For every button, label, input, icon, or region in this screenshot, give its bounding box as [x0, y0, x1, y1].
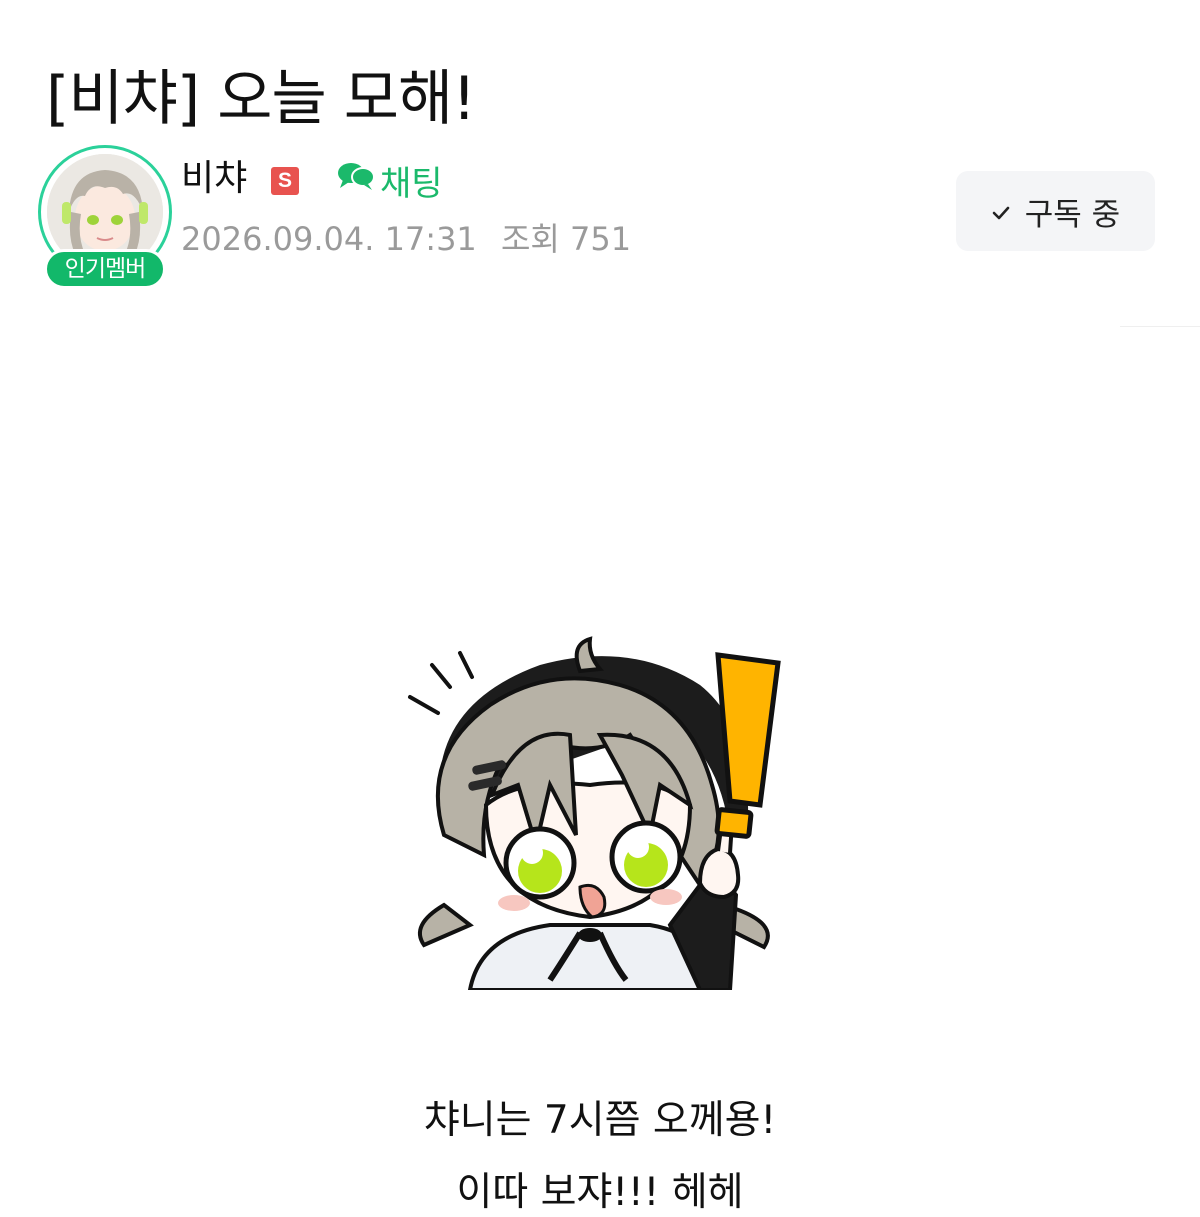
views-count: 751	[570, 220, 632, 258]
author-avatar[interactable]: 인기멤버	[38, 145, 172, 289]
chat-bubbles-icon	[336, 160, 380, 201]
post-body-line-2: 이따 보쟈!!! 헤헤	[456, 1170, 744, 1215]
chat-link[interactable]: 채팅	[336, 158, 443, 204]
post-body-line-1: 챠니는 7시쯤 오께용!	[423, 1098, 777, 1143]
post-title: [비챠] 오늘 모해!	[46, 64, 476, 135]
subscribe-label: 구독 중	[1024, 196, 1121, 233]
divider	[1120, 326, 1200, 327]
views-label: 조회	[500, 220, 560, 258]
post-meta: 2026.09.04. 17:31 조회 751	[181, 218, 631, 260]
chibi-girl-exclamation-sticker	[400, 635, 800, 992]
post-date: 2026.09.04. 17:31	[181, 220, 477, 258]
subscribe-button[interactable]: 구독 중	[956, 171, 1155, 251]
check-icon	[991, 193, 1025, 229]
level-s-badge: S	[271, 167, 299, 195]
chat-label: 채팅	[380, 163, 443, 204]
author-name[interactable]: 비챠	[181, 157, 247, 201]
popular-member-badge: 인기멤버	[44, 249, 166, 289]
